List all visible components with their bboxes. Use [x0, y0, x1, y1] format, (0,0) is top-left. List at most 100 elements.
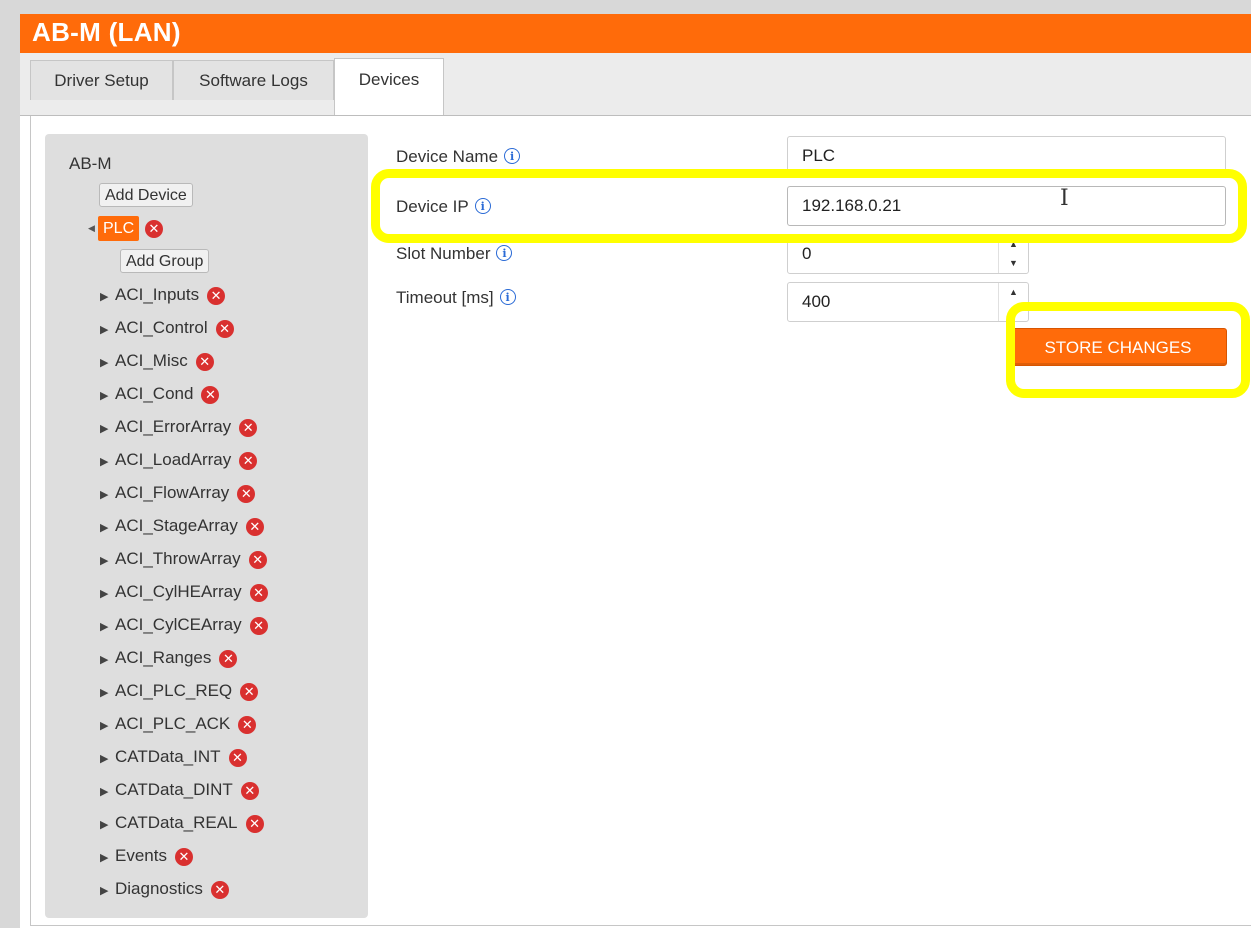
delete-icon[interactable]: ✕	[239, 451, 258, 470]
tree-node-group[interactable]: ▶ ACI_Control ✕	[100, 315, 234, 341]
tree-node-group[interactable]: ▶ CATData_INT ✕	[100, 744, 247, 770]
group-label[interactable]: ACI_LoadArray	[115, 450, 231, 469]
group-label[interactable]: CATData_REAL	[115, 813, 238, 832]
group-label[interactable]: ACI_PLC_REQ	[115, 681, 232, 700]
info-icon[interactable]: i	[474, 198, 491, 214]
tree-node-group[interactable]: ▶ CATData_DINT ✕	[100, 777, 259, 803]
expand-arrow-icon[interactable]: ▶	[100, 482, 115, 508]
tree-node-group[interactable]: ▶ ACI_Ranges ✕	[100, 645, 238, 673]
delete-icon[interactable]: ✕	[215, 319, 234, 338]
stepper-down-icon[interactable]: ▼	[999, 302, 1028, 321]
expand-arrow-icon[interactable]: ▶	[100, 845, 115, 871]
expand-arrow-icon[interactable]: ▶	[100, 812, 115, 838]
info-icon[interactable]: i	[499, 289, 516, 305]
tab-software-logs[interactable]: Software Logs	[173, 60, 334, 100]
group-label[interactable]: ACI_Inputs	[115, 285, 199, 304]
group-label[interactable]: ACI_ThrowArray	[115, 549, 241, 568]
group-label[interactable]: ACI_ErrorArray	[115, 417, 231, 436]
stepper-down-icon[interactable]: ▼	[999, 254, 1028, 273]
tree-node-group[interactable]: ▶ ACI_Inputs ✕	[100, 282, 226, 310]
delete-icon[interactable]: ✕	[201, 385, 220, 404]
collapse-arrow-icon[interactable]: ◀	[88, 223, 95, 234]
expand-arrow-icon[interactable]: ▶	[100, 614, 115, 640]
tree-node-group[interactable]: ▶ ACI_PLC_ACK ✕	[100, 711, 257, 739]
delete-icon[interactable]: ✕	[249, 583, 268, 602]
expand-arrow-icon[interactable]: ▶	[100, 680, 115, 706]
expand-arrow-icon[interactable]: ▶	[100, 548, 115, 574]
tree-node-group[interactable]: ▶ CATData_REAL ✕	[100, 810, 264, 836]
tab-devices[interactable]: Devices	[334, 58, 444, 115]
timeout-stepper[interactable]: 400 ▲ ▼	[787, 282, 1029, 322]
group-label[interactable]: CATData_DINT	[115, 780, 233, 799]
expand-arrow-icon[interactable]: ▶	[100, 779, 115, 805]
expand-arrow-icon[interactable]: ▶	[100, 515, 115, 541]
expand-arrow-icon[interactable]: ▶	[100, 449, 115, 475]
group-label[interactable]: ACI_Ranges	[115, 648, 211, 667]
info-icon[interactable]: i	[496, 245, 513, 261]
expand-arrow-icon[interactable]: ▶	[100, 350, 115, 376]
expand-arrow-icon[interactable]: ▶	[100, 284, 115, 310]
group-label[interactable]: ACI_Misc	[115, 351, 188, 370]
text-cursor-icon: I	[1060, 186, 1069, 211]
tree-node-group[interactable]: ▶ ACI_CylCEArray ✕	[100, 612, 268, 638]
tree-node-group[interactable]: ▶ Events ✕	[100, 843, 193, 869]
delete-icon[interactable]: ✕	[207, 286, 226, 305]
expand-arrow-icon[interactable]: ▶	[100, 746, 115, 772]
device-name-input[interactable]: PLC	[787, 136, 1226, 176]
delete-icon[interactable]: ✕	[210, 880, 229, 899]
delete-icon[interactable]: ✕	[238, 715, 257, 734]
add-group-button[interactable]: Add Group	[120, 249, 210, 273]
stepper-up-icon[interactable]: ▲	[999, 235, 1028, 254]
plc-device-label[interactable]: PLC	[98, 216, 140, 241]
group-label[interactable]: ACI_FlowArray	[115, 483, 229, 502]
delete-icon[interactable]: ✕	[240, 682, 259, 701]
delete-icon[interactable]: ✕	[245, 814, 264, 833]
tab-driver-setup[interactable]: Driver Setup	[30, 60, 173, 100]
tree-node-group[interactable]: ▶ ACI_ErrorArray ✕	[100, 414, 258, 442]
stepper-buttons[interactable]: ▲ ▼	[998, 235, 1028, 273]
group-label[interactable]: ACI_Control	[115, 318, 208, 337]
add-device-button[interactable]: Add Device	[99, 183, 193, 207]
expand-arrow-icon[interactable]: ▶	[100, 581, 115, 607]
group-label[interactable]: ACI_Cond	[115, 384, 193, 403]
delete-icon[interactable]: ✕	[239, 418, 258, 437]
stepper-up-icon[interactable]: ▲	[999, 283, 1028, 302]
device-ip-input[interactable]: 192.168.0.21	[787, 186, 1226, 226]
store-changes-button[interactable]: STORE CHANGES	[1009, 328, 1227, 366]
group-label[interactable]: Events	[115, 846, 167, 865]
expand-arrow-icon[interactable]: ▶	[100, 383, 115, 409]
expand-arrow-icon[interactable]: ▶	[100, 317, 115, 343]
tree-node-group[interactable]: ▶ ACI_FlowArray ✕	[100, 480, 256, 508]
delete-icon[interactable]: ✕	[145, 220, 163, 238]
delete-icon[interactable]: ✕	[174, 847, 193, 866]
slot-number-stepper[interactable]: 0 ▲ ▼	[787, 234, 1029, 274]
delete-icon[interactable]: ✕	[195, 352, 214, 371]
group-label[interactable]: Diagnostics	[115, 879, 203, 898]
tree-node-group[interactable]: ▶ ACI_Cond ✕	[100, 381, 220, 409]
delete-icon[interactable]: ✕	[219, 649, 238, 668]
tree-node-group[interactable]: ▶ ACI_Misc ✕	[100, 348, 214, 374]
delete-icon[interactable]: ✕	[237, 484, 256, 503]
delete-icon[interactable]: ✕	[248, 550, 267, 569]
delete-icon[interactable]: ✕	[240, 781, 259, 800]
group-label[interactable]: ACI_CylCEArray	[115, 615, 242, 634]
delete-icon[interactable]: ✕	[228, 748, 247, 767]
tree-node-group[interactable]: ▶ ACI_LoadArray ✕	[100, 447, 258, 475]
tree-node-group[interactable]: ▶ ACI_PLC_REQ ✕	[100, 678, 259, 706]
expand-arrow-icon[interactable]: ▶	[100, 878, 115, 904]
tree-node-group[interactable]: ▶ ACI_CylHEArray ✕	[100, 579, 268, 605]
info-icon[interactable]: i	[504, 148, 521, 164]
expand-arrow-icon[interactable]: ▶	[100, 647, 115, 673]
group-label[interactable]: ACI_StageArray	[115, 516, 238, 535]
stepper-buttons[interactable]: ▲ ▼	[998, 283, 1028, 321]
expand-arrow-icon[interactable]: ▶	[100, 713, 115, 739]
group-label[interactable]: ACI_PLC_ACK	[115, 714, 230, 733]
expand-arrow-icon[interactable]: ▶	[100, 416, 115, 442]
tree-node-group[interactable]: ▶ ACI_ThrowArray ✕	[100, 546, 267, 572]
delete-icon[interactable]: ✕	[249, 616, 268, 635]
group-label[interactable]: ACI_CylHEArray	[115, 582, 242, 601]
delete-icon[interactable]: ✕	[245, 517, 264, 536]
group-label[interactable]: CATData_INT	[115, 747, 221, 766]
tree-node-group[interactable]: ▶ Diagnostics ✕	[100, 876, 229, 902]
tree-node-group[interactable]: ▶ ACI_StageArray ✕	[100, 513, 264, 539]
